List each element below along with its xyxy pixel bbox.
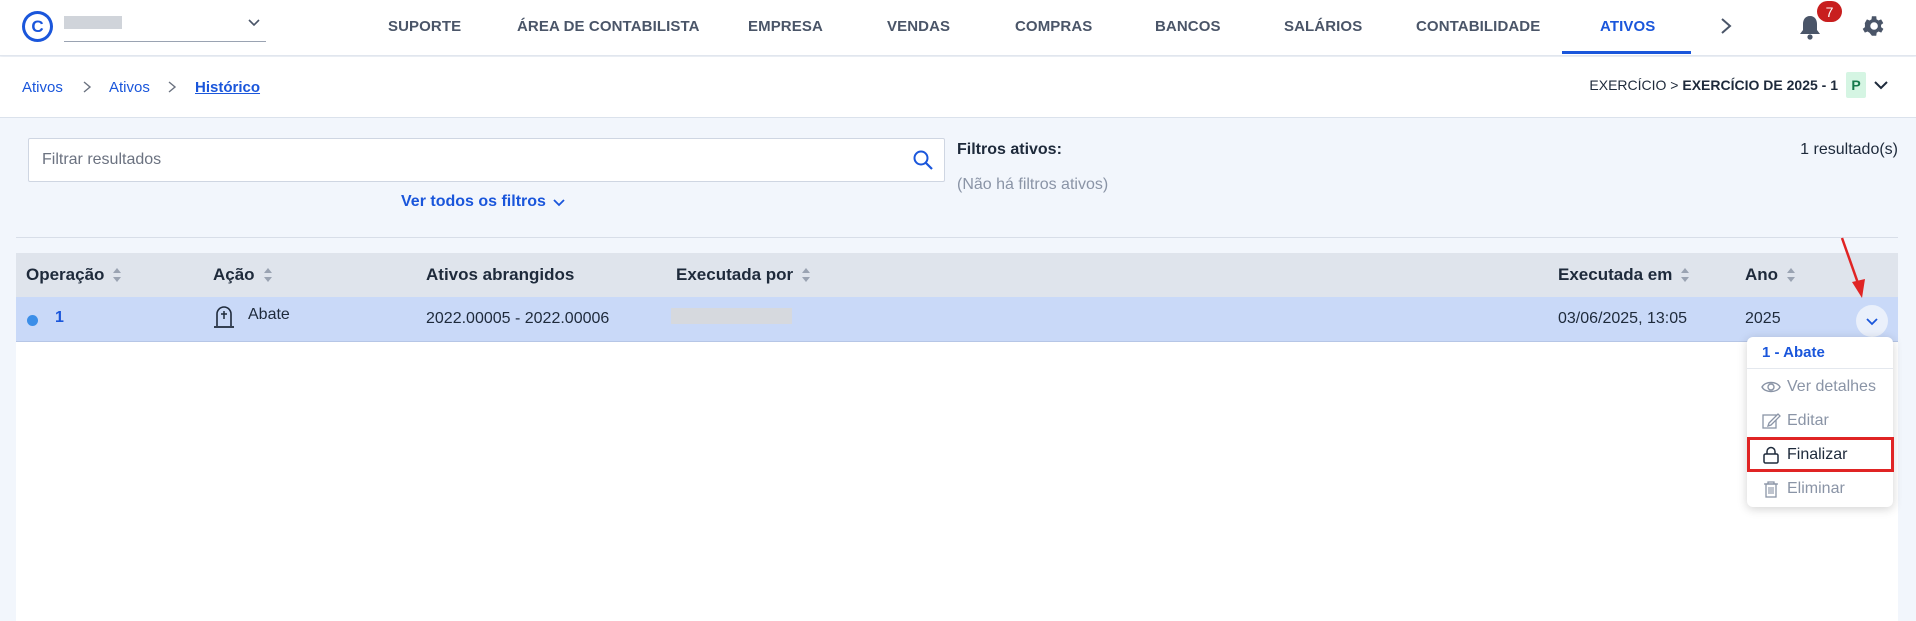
search-icon[interactable] xyxy=(912,149,934,171)
annotation-arrow xyxy=(1840,237,1865,298)
year-cell: 2025 xyxy=(1745,310,1781,327)
app-logo[interactable]: C xyxy=(22,11,53,42)
column-header-label: Operação xyxy=(26,265,105,284)
nav-item-bancos[interactable]: BANCOS xyxy=(1155,18,1221,35)
top-navigation-bar: C SUPORTE ÁREA DE CONTABILISTA EMPRESA V… xyxy=(0,0,1916,56)
logo-letter: C xyxy=(25,14,50,39)
breadcrumb-current[interactable]: Histórico xyxy=(195,79,260,96)
chevron-down-icon xyxy=(553,199,565,207)
nav-item-suporte[interactable]: SUPORTE xyxy=(388,18,461,35)
nav-item-contabilidade[interactable]: CONTABILIDADE xyxy=(1416,18,1540,35)
nav-item-area-contabilista[interactable]: ÁREA DE CONTABILISTA xyxy=(517,18,700,35)
exercise-value: EXERCÍCIO DE 2025 - 1 xyxy=(1682,77,1838,93)
gear-icon[interactable] xyxy=(1860,13,1886,39)
chevron-down-icon[interactable] xyxy=(1872,76,1890,94)
column-header-label: Ação xyxy=(213,265,255,284)
nav-item-salarios[interactable]: SALÁRIOS xyxy=(1284,18,1362,35)
highlight-box xyxy=(1747,437,1894,472)
divider xyxy=(16,237,1898,238)
menu-item-label: Eliminar xyxy=(1787,480,1845,497)
sort-icon xyxy=(1787,268,1796,282)
table-header: Operação Ação Ativos abrangidos Executad… xyxy=(16,253,1898,297)
notification-badge: 7 xyxy=(1817,1,1842,22)
table-row[interactable]: 1 Abate 2022.00005 - 2022.00006 03/06/20… xyxy=(16,297,1898,342)
column-header-operacao[interactable]: Operação xyxy=(26,265,122,285)
trash-icon xyxy=(1764,481,1778,498)
column-header-ano[interactable]: Ano xyxy=(1745,265,1796,285)
view-all-filters-button[interactable]: Ver todos os filtros xyxy=(401,193,566,211)
nav-item-ativos[interactable]: ATIVOS xyxy=(1600,18,1655,35)
chevron-down-icon xyxy=(248,19,260,27)
column-header-label: Executada em xyxy=(1558,265,1673,284)
edit-icon xyxy=(1762,413,1781,429)
action-cell: Abate xyxy=(248,306,290,323)
chevron-right-icon xyxy=(168,81,177,93)
exercise-prefix: EXERCÍCIO > xyxy=(1589,77,1683,93)
chevron-right-icon[interactable] xyxy=(1716,15,1736,37)
breadcrumb-item[interactable]: Ativos xyxy=(109,79,150,96)
menu-item-label: Ver detalhes xyxy=(1787,378,1876,395)
column-header-label: Ano xyxy=(1745,265,1779,284)
company-select[interactable] xyxy=(64,12,266,42)
active-filters-title: Filtros ativos: xyxy=(957,141,1062,158)
executed-at-cell: 03/06/2025, 13:05 xyxy=(1558,310,1688,327)
breadcrumb-bar: Ativos Ativos Histórico EXERCÍCIO > EXER… xyxy=(0,57,1916,118)
status-dot xyxy=(27,315,38,326)
history-table: Operação Ação Ativos abrangidos Executad… xyxy=(16,253,1898,621)
chevron-down-icon xyxy=(1866,318,1878,326)
results-count: 1 resultado(s) xyxy=(1800,141,1898,158)
eye-icon xyxy=(1761,381,1781,393)
menu-item-editar: Editar xyxy=(1747,404,1893,438)
assets-cell: 2022.00005 - 2022.00006 xyxy=(426,310,610,327)
column-header-label: Executada por xyxy=(676,265,794,284)
nav-item-vendas[interactable]: VENDAS xyxy=(887,18,950,35)
column-header-executada-por[interactable]: Executada por xyxy=(676,265,811,285)
tombstone-icon xyxy=(214,306,234,328)
breadcrumb-item[interactable]: Ativos xyxy=(22,79,63,96)
sort-icon xyxy=(1681,268,1690,282)
menu-item-eliminar: Eliminar xyxy=(1747,472,1893,506)
sort-icon xyxy=(802,268,811,282)
sort-icon xyxy=(263,268,272,282)
operation-link[interactable]: 1 xyxy=(55,309,64,327)
view-all-filters-label: Ver todos os filtros xyxy=(401,193,546,210)
menu-title: 1 - Abate xyxy=(1762,344,1825,361)
nav-item-compras[interactable]: COMPRAS xyxy=(1015,18,1092,35)
nav-item-empresa[interactable]: EMPRESA xyxy=(748,18,823,35)
sort-icon xyxy=(113,268,122,282)
company-name-redacted xyxy=(64,16,122,29)
row-actions-button[interactable] xyxy=(1856,305,1888,337)
chevron-right-icon xyxy=(83,81,92,93)
exercise-status-badge: P xyxy=(1846,72,1866,98)
exercise-selector[interactable]: EXERCÍCIO > EXERCÍCIO DE 2025 - 1 xyxy=(1589,77,1838,93)
column-header-acao[interactable]: Ação xyxy=(213,265,273,285)
executed-by-redacted xyxy=(671,308,792,324)
column-header-label: Ativos abrangidos xyxy=(426,265,575,284)
menu-item-label: Editar xyxy=(1787,412,1829,429)
active-filters-empty: (Não há filtros ativos) xyxy=(957,176,1109,193)
active-tab-indicator xyxy=(1562,51,1691,54)
search-input[interactable]: Filtrar resultados xyxy=(28,138,945,182)
search-placeholder: Filtrar resultados xyxy=(42,151,162,168)
row-actions-menu: 1 - Abate Ver detalhes Editar Finalizar … xyxy=(1747,337,1893,507)
column-header-executada-em[interactable]: Executada em xyxy=(1558,265,1690,285)
column-header-ativos-abrangidos: Ativos abrangidos xyxy=(426,265,574,285)
menu-item-ver-detalhes: Ver detalhes xyxy=(1747,370,1893,404)
menu-header: 1 - Abate xyxy=(1747,337,1893,369)
